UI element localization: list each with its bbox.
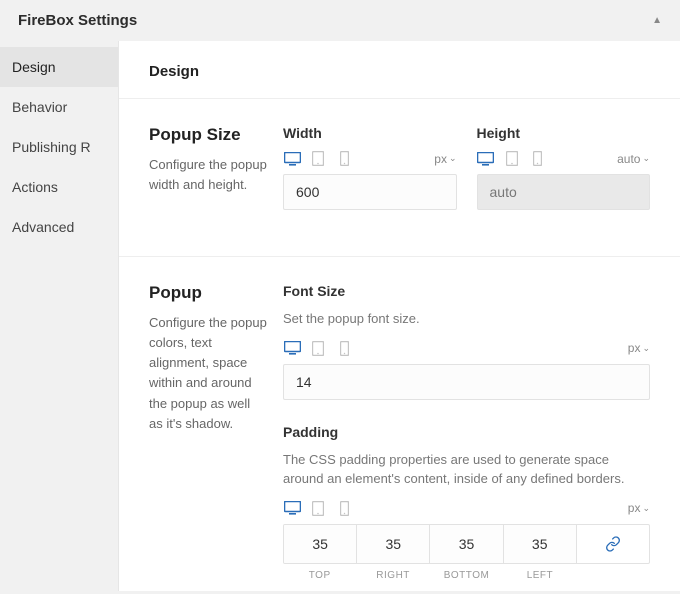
link-icon — [605, 536, 621, 552]
tablet-icon[interactable] — [503, 151, 521, 166]
field-label: Width — [283, 125, 457, 141]
padding-top-input[interactable] — [284, 525, 356, 563]
device-switcher — [283, 151, 353, 166]
width-input[interactable] — [283, 174, 457, 210]
chevron-down-icon: ⌄ — [449, 153, 457, 164]
pad-label-right: RIGHT — [356, 570, 429, 581]
mobile-icon[interactable] — [335, 341, 353, 356]
padding-labels: TOP RIGHT BOTTOM LEFT . — [283, 570, 650, 581]
main-header: Design — [119, 41, 680, 99]
padding-grid — [283, 524, 650, 564]
link-values-button[interactable] — [577, 525, 649, 563]
desktop-icon[interactable] — [283, 151, 301, 166]
height-input[interactable] — [477, 174, 651, 210]
sidebar-item-publishing[interactable]: Publishing R — [0, 127, 118, 167]
mobile-icon[interactable] — [529, 151, 547, 166]
field-font-size: Font Size Set the popup font size. — [283, 283, 650, 400]
unit-selector[interactable]: px⌄ — [628, 341, 650, 355]
unit-selector[interactable]: px⌄ — [628, 501, 650, 515]
pad-label-bottom: BOTTOM — [430, 570, 503, 581]
device-switcher — [283, 341, 353, 356]
padding-left-input[interactable] — [504, 525, 576, 563]
main-panel: Design Popup Size Configure the popup wi… — [118, 41, 680, 591]
sidebar-item-label: Behavior — [12, 99, 67, 115]
section-popup: Popup Configure the popup colors, text a… — [119, 257, 680, 591]
settings-header: FireBox Settings ▲ — [0, 0, 680, 41]
field-padding: Padding The CSS padding properties are u… — [283, 424, 650, 581]
section-desc: Configure the popup colors, text alignme… — [149, 313, 267, 434]
field-label: Padding — [283, 424, 650, 440]
header-title: FireBox Settings — [18, 12, 137, 29]
desktop-icon[interactable] — [477, 151, 495, 166]
sidebar-item-label: Advanced — [12, 219, 74, 235]
chevron-down-icon: ⌄ — [642, 153, 650, 164]
field-width: Width — [283, 125, 457, 210]
chevron-down-icon: ⌄ — [642, 503, 650, 514]
device-switcher — [477, 151, 547, 166]
pad-label-left: LEFT — [503, 570, 576, 581]
section-desc: Configure the popup width and height. — [149, 155, 267, 195]
sidebar-item-label: Design — [12, 59, 56, 75]
padding-right-input[interactable] — [357, 525, 429, 563]
sidebar-item-label: Publishing R — [12, 139, 91, 155]
sidebar-item-advanced[interactable]: Advanced — [0, 207, 118, 247]
section-popup-size: Popup Size Configure the popup width and… — [119, 99, 680, 257]
field-height: Height — [477, 125, 651, 210]
mobile-icon[interactable] — [335, 501, 353, 516]
tablet-icon[interactable] — [309, 341, 327, 356]
tablet-icon[interactable] — [309, 151, 327, 166]
pad-label-top: TOP — [283, 570, 356, 581]
sidebar: Design Behavior Publishing R Actions Adv… — [0, 41, 118, 591]
sidebar-item-actions[interactable]: Actions — [0, 167, 118, 207]
settings-body: Design Behavior Publishing R Actions Adv… — [0, 41, 680, 591]
unit-selector[interactable]: auto⌄ — [617, 152, 650, 166]
unit-selector[interactable]: px⌄ — [434, 152, 456, 166]
mobile-icon[interactable] — [335, 151, 353, 166]
sidebar-item-label: Actions — [12, 179, 58, 195]
field-sub: Set the popup font size. — [283, 309, 650, 329]
field-sub: The CSS padding properties are used to g… — [283, 450, 650, 489]
collapse-icon[interactable]: ▲ — [652, 15, 662, 26]
tablet-icon[interactable] — [309, 501, 327, 516]
section-heading: Popup Configure the popup colors, text a… — [149, 283, 267, 581]
font-size-input[interactable] — [283, 364, 650, 400]
desktop-icon[interactable] — [283, 501, 301, 516]
chevron-down-icon: ⌄ — [642, 343, 650, 354]
sidebar-item-design[interactable]: Design — [0, 47, 118, 87]
field-label: Height — [477, 125, 651, 141]
section-title: Popup Size — [149, 125, 267, 145]
section-heading: Popup Size Configure the popup width and… — [149, 125, 267, 230]
device-switcher — [283, 501, 353, 516]
page-title: Design — [149, 63, 650, 80]
field-label: Font Size — [283, 283, 650, 299]
sidebar-item-behavior[interactable]: Behavior — [0, 87, 118, 127]
padding-bottom-input[interactable] — [430, 525, 502, 563]
section-title: Popup — [149, 283, 267, 303]
desktop-icon[interactable] — [283, 341, 301, 356]
